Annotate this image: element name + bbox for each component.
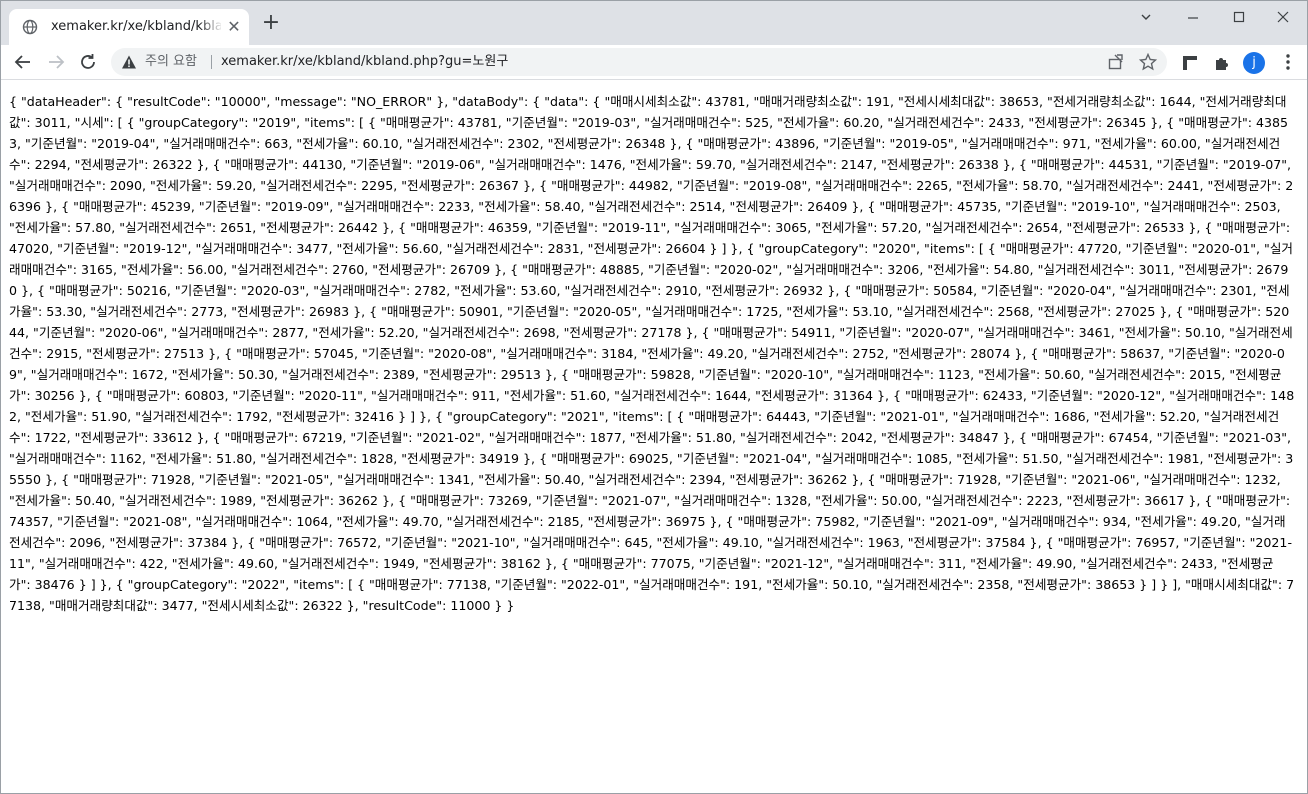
url-text[interactable]: xemaker.kr/xe/kbland/kbland.php?gu=노원구 [221, 54, 508, 70]
browser-window: xemaker.kr/xe/kbland/kbland.php?gu=노원구 ✕… [0, 0, 1308, 794]
warning-triangle-icon[interactable] [121, 54, 137, 70]
new-tab-button[interactable]: + [261, 12, 281, 34]
back-arrow-icon[interactable] [13, 53, 33, 71]
forward-arrow-icon[interactable] [46, 53, 66, 71]
browser-tab[interactable]: xemaker.kr/xe/kbland/kbland.php?gu=노원구 ✕ [9, 9, 249, 45]
profile-avatar[interactable]: j [1243, 52, 1265, 74]
tab-close-icon[interactable]: ✕ [226, 19, 242, 35]
address-separator [211, 55, 212, 69]
maximize-icon[interactable] [1219, 7, 1259, 29]
share-icon[interactable] [1107, 53, 1125, 71]
json-response-text: { "dataHeader": { "resultCode": "10000",… [9, 94, 1296, 613]
minimize-icon[interactable] [1173, 7, 1213, 29]
puzzle-extensions-icon[interactable] [1213, 54, 1231, 72]
bookmark-star-icon[interactable] [1139, 53, 1157, 71]
tab-title-fade [199, 15, 223, 39]
tab-title: xemaker.kr/xe/kbland/kbland.php?gu=노원구 [51, 19, 221, 34]
tab-search-icon[interactable] [1126, 7, 1166, 29]
close-window-icon[interactable] [1263, 7, 1303, 29]
more-menu-icon[interactable] [1283, 53, 1293, 71]
title-bar: xemaker.kr/xe/kbland/kbland.php?gu=노원구 ✕… [1, 1, 1307, 45]
reload-icon[interactable] [79, 53, 99, 71]
globe-icon [22, 19, 38, 35]
page-content: { "dataHeader": { "resultCode": "10000",… [1, 80, 1307, 793]
address-bar[interactable]: 주의 요함 xemaker.kr/xe/kbland/kbland.php?gu… [111, 48, 1167, 76]
security-warning-label[interactable]: 주의 요함 [145, 54, 197, 70]
extension-icon[interactable] [1181, 54, 1199, 72]
browser-toolbar: 주의 요함 xemaker.kr/xe/kbland/kbland.php?gu… [1, 45, 1307, 80]
